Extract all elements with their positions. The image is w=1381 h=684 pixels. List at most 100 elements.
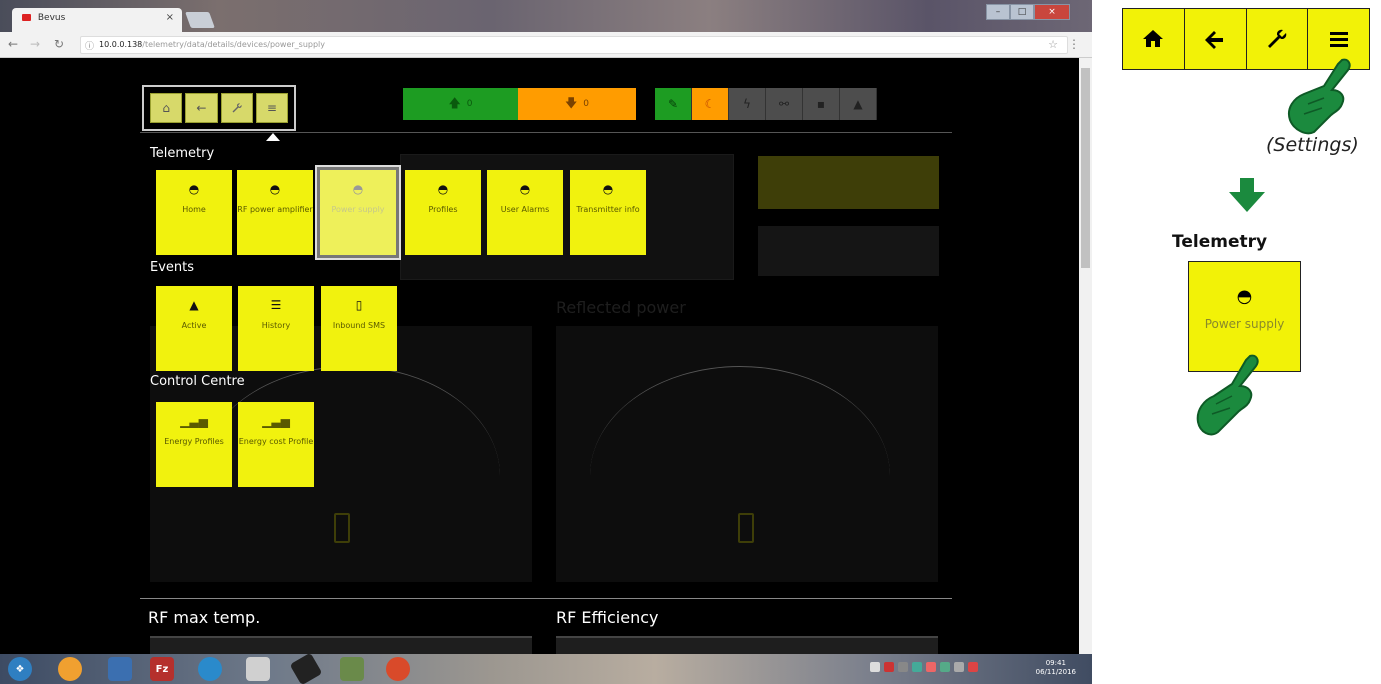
tile-label: Energy cost Profile [238,437,314,446]
arrow-up-icon: 🡅 [448,95,461,110]
rf-max-temp-title: RF max temp. [148,608,261,627]
app-icon[interactable] [340,657,364,681]
arrow-down-icon: 🡇 [564,95,578,110]
browser-tab[interactable]: Bevus × [12,8,182,32]
back-icon[interactable]: ← [8,37,18,51]
rf-efficiency-title: RF Efficiency [556,608,659,627]
command-up-button[interactable]: 🡅 0 [403,88,518,120]
new-tab-button[interactable] [185,12,215,28]
explorer-icon[interactable] [108,657,132,681]
tile-inbound-sms[interactable]: ▯ Inbound SMS [321,286,397,371]
telemetry-annotation-title: Telemetry [1172,232,1268,252]
battery-icon [334,513,350,543]
tile-energy-profiles[interactable]: ▁▃▅ Energy Profiles [156,402,232,487]
telemetry-section-title: Telemetry [150,146,215,161]
tray-icon[interactable] [898,662,908,672]
tray-icon[interactable] [870,662,880,672]
link-icon[interactable]: ⚯ [766,88,803,120]
filezilla-icon[interactable]: Fz [150,657,174,681]
reload-icon[interactable]: ↻ [54,37,64,51]
tile-home[interactable]: ◓ Home [156,170,232,255]
list-icon: ☰ [270,298,282,312]
tray-icon[interactable] [926,662,936,672]
tray-icon[interactable] [940,662,950,672]
gauge-icon: ◓ [437,182,449,196]
tile-power-supply[interactable]: ◓ Power supply [317,167,399,258]
tray-icon[interactable] [912,662,922,672]
scrollbar-thumb[interactable] [1081,68,1090,268]
tile-rf-power-amplifier[interactable]: ◓ RF power amplifier [237,170,313,255]
tile-transmitter-info[interactable]: ◓ Transmitter info [570,170,646,255]
home-icon[interactable]: ⌂ [150,93,183,123]
browser-menu-icon[interactable]: ⋮ [1068,37,1080,51]
tile-user-alarms[interactable]: ◓ User Alarms [487,170,563,255]
tile-profiles[interactable]: ◓ Profiles [405,170,481,255]
gauge-icon: ◓ [519,182,531,196]
folder-icon[interactable] [246,657,270,681]
browser-window: Bevus × – □ × ← → ↻ ⓘ 10.0.0.138/telemet… [0,0,1092,684]
bar-chart-icon: ▁▃▅ [180,414,208,428]
lightning-icon[interactable]: ϟ [729,88,766,120]
background-block [758,156,939,209]
tile-label: Active [181,321,207,330]
maximize-button[interactable]: □ [1010,4,1034,20]
back-arrow-icon [1185,9,1247,69]
tile-energy-cost-profile[interactable]: ▁▃▅ Energy cost Profile [238,402,314,487]
gauge-arc [590,366,890,586]
tile-history[interactable]: ☰ History [238,286,314,371]
gauge-icon: ◓ [352,182,364,196]
wrench-icon[interactable] [220,93,253,123]
command-down-value: 0 [583,99,590,109]
minimize-button[interactable]: – [986,4,1010,20]
back-arrow-icon[interactable]: ← [185,93,218,123]
tray-icon[interactable] [954,662,964,672]
pointing-hand-icon [1196,354,1259,436]
tile-label: Transmitter info [576,205,640,214]
chrome-icon[interactable] [386,657,410,681]
windows-taskbar: ❖ Fz 09:41 06/11/2016 [0,652,1092,684]
tile-label: Home [182,205,206,214]
tile-label: Energy Profiles [164,437,224,446]
clock-date: 06/11/2016 [1035,668,1076,676]
url-input[interactable]: ⓘ 10.0.0.138/telemetry/data/details/devi… [80,36,1068,54]
bookmark-star-icon[interactable]: ☆ [1048,38,1058,51]
info-icon: ⓘ [85,42,95,52]
tile-label: User Alarms [500,205,550,214]
menu-icon[interactable]: ≡ [255,93,288,123]
plug-icon[interactable]: ✎ [655,88,692,120]
close-window-button[interactable]: × [1034,4,1070,20]
taskbar-clock[interactable]: 09:41 06/11/2016 [1036,659,1076,677]
tray-icon[interactable] [968,662,978,672]
window-controls: – □ × [986,4,1070,20]
start-button-icon[interactable]: ❖ [8,657,32,681]
events-section-title: Events [150,260,195,275]
battery-icon [738,513,754,543]
tray-icon[interactable] [884,662,894,672]
tab-close-button[interactable]: × [166,12,174,23]
bar-chart-icon: ▁▃▅ [262,414,290,428]
tile-label: Power supply [331,205,385,214]
header-divider [140,132,952,133]
command-down-button[interactable]: 🡇 0 [518,88,636,120]
screenshot-root: Bevus × – □ × ← → ↻ ⓘ 10.0.0.138/telemet… [0,0,1381,684]
tile-label: History [261,321,291,330]
tile-label: RF power amplifier [237,205,313,214]
address-bar: ← → ↻ ⓘ 10.0.0.138/telemetry/data/detail… [0,32,1092,58]
status-indicators: ✎ ☾ ϟ ⚯ ▪ ▲ [655,88,877,120]
tab-title: Bevus [37,13,66,23]
warning-icon[interactable]: ▲ [840,88,877,120]
firefox-icon[interactable] [58,657,82,681]
gauge-icon: ◓ [269,182,281,196]
section-divider [140,598,952,599]
background-block [758,226,939,276]
clock-time: 09:41 [1045,659,1066,667]
system-tray [870,662,978,672]
control-centre-section-title: Control Centre [150,374,245,389]
network-icon[interactable] [198,657,222,681]
usb-icon[interactable] [289,652,323,684]
forward-icon[interactable]: → [30,37,40,51]
page-scrollbar[interactable] [1079,58,1092,654]
lock-icon[interactable]: ▪ [803,88,840,120]
tile-active[interactable]: ▲ Active [156,286,232,371]
moon-icon[interactable]: ☾ [692,88,729,120]
